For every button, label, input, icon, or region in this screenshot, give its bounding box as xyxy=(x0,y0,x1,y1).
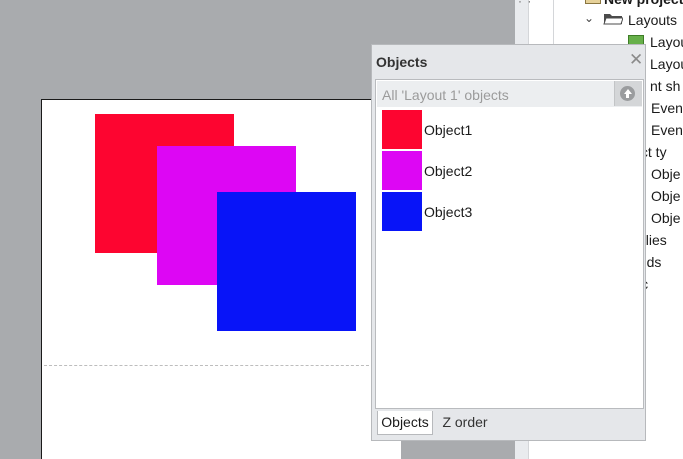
tree-item-project[interactable]: New project xyxy=(604,0,683,8)
object2-label: Object2 xyxy=(424,163,473,179)
tree-divider xyxy=(553,0,554,46)
tree-item-layouts[interactable]: Layouts xyxy=(628,11,677,29)
list-item-object3[interactable]: Object3 xyxy=(382,192,637,232)
tree-item-sheet[interactable]: nt sh xyxy=(650,77,680,95)
object3-label: Object3 xyxy=(424,204,473,220)
tree-item-event-1[interactable]: Event xyxy=(651,99,683,117)
project-icon xyxy=(585,0,601,4)
window-guide-line xyxy=(44,365,374,366)
tree-item-layout-2[interactable]: Layout xyxy=(650,55,683,73)
tab-objects[interactable]: Objects xyxy=(377,411,433,435)
object1-swatch xyxy=(382,110,422,149)
list-item-object2[interactable]: Object2 xyxy=(382,151,637,191)
tree-item-obj-2[interactable]: Obje xyxy=(651,187,681,205)
chevron-down-icon[interactable]: ⌄ xyxy=(584,11,594,25)
tree-item-obj-1[interactable]: Obje xyxy=(651,165,681,183)
panel-title: Objects xyxy=(376,54,428,70)
object3-swatch xyxy=(382,192,422,231)
tree-item-event-2[interactable]: Event xyxy=(651,121,683,139)
tree-item-layout-1[interactable]: Layout xyxy=(650,33,683,51)
close-icon[interactable]: ✕ xyxy=(629,50,643,70)
object1-label: Object1 xyxy=(424,122,473,138)
drag-handle-icon[interactable]: · · xyxy=(518,0,532,8)
tab-z-order[interactable]: Z order xyxy=(436,411,494,435)
object2-swatch xyxy=(382,151,422,190)
folder-icon xyxy=(603,14,623,25)
canvas-object3[interactable] xyxy=(217,192,356,331)
list-item-object1[interactable]: Object1 xyxy=(382,110,637,150)
up-arrow-icon[interactable] xyxy=(620,86,635,101)
tree-item-obj-3[interactable]: Obje xyxy=(651,209,681,227)
filter-text: All 'Layout 1' objects xyxy=(382,87,509,103)
